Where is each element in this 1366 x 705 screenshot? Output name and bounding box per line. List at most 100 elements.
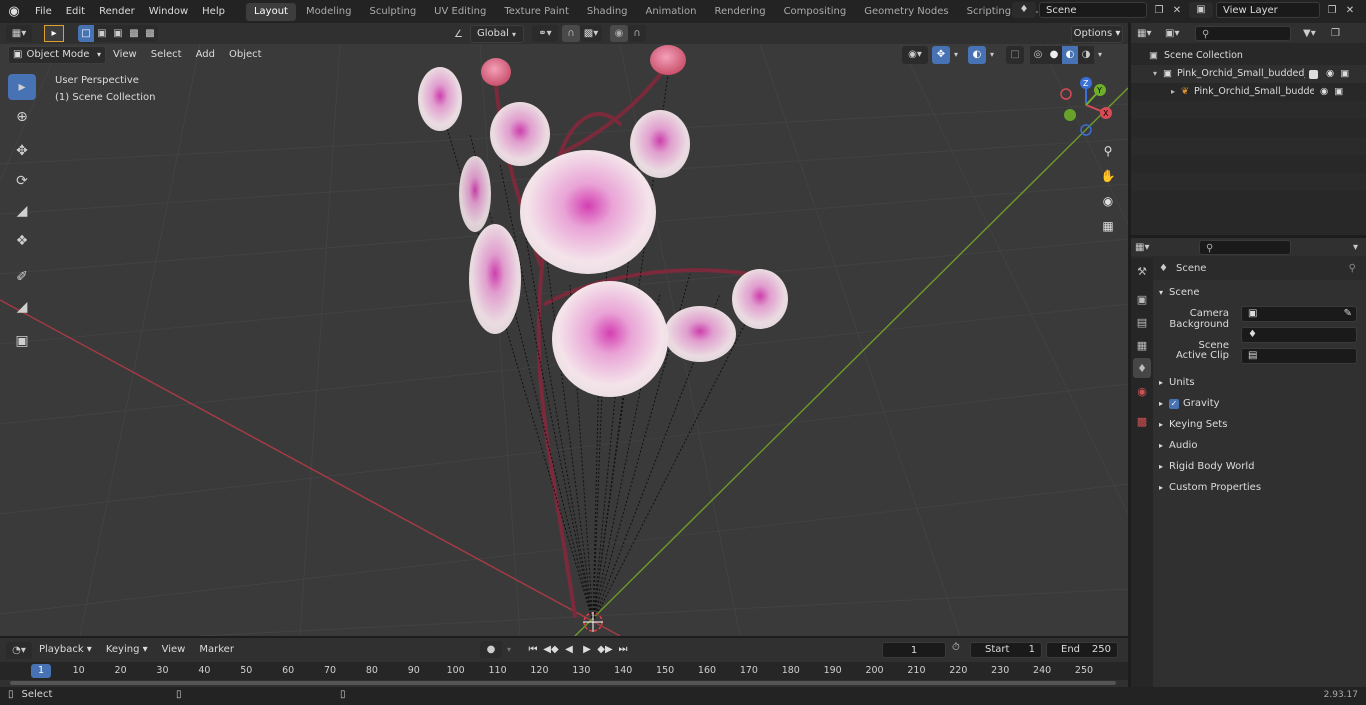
expand-arrow-icon[interactable]: ▾ (1153, 65, 1157, 83)
pan-hand-icon[interactable]: ✋ (1097, 165, 1119, 187)
viewport-menu-object[interactable]: Object (222, 46, 269, 64)
properties-options-icon[interactable]: ▾ (1353, 242, 1358, 253)
shading-rendered-icon[interactable]: ◑ (1078, 46, 1094, 64)
shading-wireframe-icon[interactable]: ◎ (1030, 46, 1046, 64)
current-frame-field[interactable]: 1 (882, 642, 946, 658)
xray-toggle-icon[interactable]: □ (1006, 46, 1024, 64)
stopwatch-icon[interactable]: ⏱ (952, 642, 960, 653)
camera-render-icon[interactable]: ▣ (1340, 65, 1349, 83)
tab-shading[interactable]: Shading (579, 3, 636, 21)
tab-modeling[interactable]: Modeling (298, 3, 360, 21)
end-frame-field[interactable]: End 250 (1046, 642, 1118, 658)
rotate-tool-icon[interactable]: ⟳ (8, 168, 36, 194)
panel-keying-sets[interactable]: ▸ Keying Sets (1131, 414, 1366, 435)
scale-tool-icon[interactable]: ◢ (8, 198, 36, 224)
scene-name-field[interactable]: Scene (1039, 2, 1147, 18)
shading-dropdown-icon[interactable]: ▾ (1094, 46, 1106, 64)
frame-ruler[interactable]: 1 10 20 30 40 50 60 70 80 90 100 110 120 130 140 150 160… (0, 662, 1128, 680)
pin-icon[interactable]: ⚲ (1349, 263, 1356, 274)
outliner-editor-type-icon[interactable]: ▦▾ (1137, 28, 1159, 39)
gravity-checkbox[interactable]: ✓ (1169, 398, 1180, 409)
select-box-mode-extend-icon[interactable]: ▣ (94, 25, 110, 42)
expand-arrow-icon[interactable]: ▸ (1171, 83, 1175, 101)
gizmo-dropdown-icon[interactable]: ▾ (950, 46, 962, 64)
snap-target-icon[interactable]: ▩▾ (580, 25, 602, 42)
scene-icon[interactable]: ♦ (1012, 2, 1036, 18)
jump-end-icon[interactable]: ⏭ (614, 641, 632, 658)
timeline-scrollbar[interactable] (10, 681, 1116, 685)
proportional-edit-icon[interactable]: ◉ (610, 25, 628, 42)
camera-render-icon[interactable]: ▣ (1334, 83, 1343, 101)
options-dropdown[interactable]: Options ▾ (1071, 25, 1123, 43)
select-box-mode-subtract-icon[interactable]: ▣ (110, 25, 126, 42)
panel-custom-properties[interactable]: ▸ Custom Properties (1131, 477, 1366, 498)
snap-toggle-icon[interactable]: ∩ (562, 25, 580, 42)
tab-scripting[interactable]: Scripting (959, 3, 1019, 21)
editor-type-icon[interactable]: ▦▾ (6, 25, 32, 42)
overlay-dropdown-icon[interactable]: ▾ (986, 46, 998, 64)
eye-icon[interactable]: ◉ (1326, 65, 1334, 83)
view-layer-icon[interactable]: ▣ (1189, 2, 1213, 18)
viewport-menu-select[interactable]: Select (144, 46, 189, 64)
menu-window[interactable]: Window (142, 0, 195, 23)
pivot-point-icon[interactable]: ⚭▾ (532, 25, 558, 42)
tab-layout[interactable]: Layout (245, 2, 296, 21)
viewport-menu-add[interactable]: Add (189, 46, 222, 64)
play-reverse-icon[interactable]: ◀ (560, 641, 578, 658)
tweak-tool-icon[interactable]: ▸ (44, 25, 64, 42)
navigation-gizmo[interactable]: Z Y X (1055, 74, 1125, 136)
panel-gravity[interactable]: ▸ ✓ Gravity (1131, 393, 1366, 414)
panel-rigid-body-world[interactable]: ▸ Rigid Body World (1131, 456, 1366, 477)
object-origin[interactable] (583, 612, 603, 632)
view-layer-tab-icon[interactable]: ▦ (1133, 335, 1151, 355)
falloff-icon[interactable]: ∩ (628, 25, 646, 42)
prev-keyframe-icon[interactable]: ◀◆ (542, 641, 560, 658)
menu-help[interactable]: Help (195, 0, 232, 23)
exclude-checkbox[interactable] (1309, 69, 1318, 79)
outliner-row-collection[interactable]: ▾ ▣ Pink_Orchid_Small_budded_0 ◉ ▣ (1131, 65, 1366, 83)
select-box-mode-intersect-icon[interactable]: ▩ (142, 25, 158, 42)
add-cube-tool-icon[interactable]: ▣ (8, 328, 36, 354)
texture-tab-icon[interactable]: ▩ (1133, 411, 1151, 431)
play-icon[interactable]: ▶ (578, 641, 596, 658)
menu-render[interactable]: Render (92, 0, 142, 23)
next-keyframe-icon[interactable]: ◆▶ (596, 641, 614, 658)
output-tab-icon[interactable]: ▤ (1133, 312, 1151, 332)
active-clip-field[interactable]: ▤ (1241, 347, 1357, 364)
ortho-grid-icon[interactable]: ▦ (1097, 215, 1119, 237)
shading-material-icon[interactable]: ◐ (1062, 46, 1078, 64)
tab-geometry-nodes[interactable]: Geometry Nodes (856, 3, 956, 21)
shading-solid-icon[interactable]: ● (1046, 46, 1062, 64)
timeline-menu-view[interactable]: View (155, 640, 193, 660)
object-mode-dropdown[interactable]: ▣ Object Mode ▾ (8, 46, 106, 64)
zoom-icon[interactable]: ⚲ (1097, 140, 1119, 162)
viewport-menu-view[interactable]: View (106, 46, 144, 64)
transform-orientation[interactable]: ∠ Global ▾ (454, 25, 524, 43)
timeline-editor-type-icon[interactable]: ◔▾ (6, 641, 32, 659)
annotate-tool-icon[interactable]: ✐ (8, 264, 36, 290)
menu-edit[interactable]: Edit (59, 0, 92, 23)
world-tab-icon[interactable]: ◉ (1133, 381, 1151, 401)
measure-tool-icon[interactable]: ◢ (8, 294, 36, 320)
editor-type-selector[interactable]: ▦▾ (6, 25, 32, 42)
panel-units[interactable]: ▸ Units (1131, 372, 1366, 393)
new-collection-icon[interactable]: ❐ (1331, 28, 1349, 39)
cursor-tool-icon[interactable]: ⊕ (8, 104, 36, 130)
jump-start-icon[interactable]: ⏮ (524, 641, 542, 658)
select-box-mode-new-icon[interactable]: □ (78, 25, 94, 42)
properties-search-input[interactable]: ⚲ (1199, 239, 1291, 255)
new-scene-icon[interactable]: ❐ (1151, 5, 1167, 16)
move-tool-icon[interactable]: ✥ (8, 138, 36, 164)
outliner-row-scene-collection[interactable]: ▣ Scene Collection (1131, 47, 1366, 65)
eyedropper-icon[interactable]: ✎ (1344, 306, 1352, 322)
tab-texture-paint[interactable]: Texture Paint (496, 3, 577, 21)
outliner-row-object[interactable]: ▸ ❦ Pink_Orchid_Small_budde ◉ ▣ (1131, 83, 1366, 101)
tab-sculpting[interactable]: Sculpting (361, 3, 424, 21)
panel-audio[interactable]: ▸ Audio (1131, 435, 1366, 456)
render-tab-icon[interactable]: ▣ (1133, 289, 1151, 309)
delete-view-layer-icon[interactable]: ✕ (1342, 5, 1358, 16)
record-options-icon[interactable]: ▾ (502, 641, 516, 658)
timeline-menu-marker[interactable]: Marker (192, 640, 241, 660)
panel-scene-header[interactable]: ▾ Scene (1131, 282, 1366, 303)
view-layer-field[interactable]: View Layer (1216, 2, 1320, 18)
